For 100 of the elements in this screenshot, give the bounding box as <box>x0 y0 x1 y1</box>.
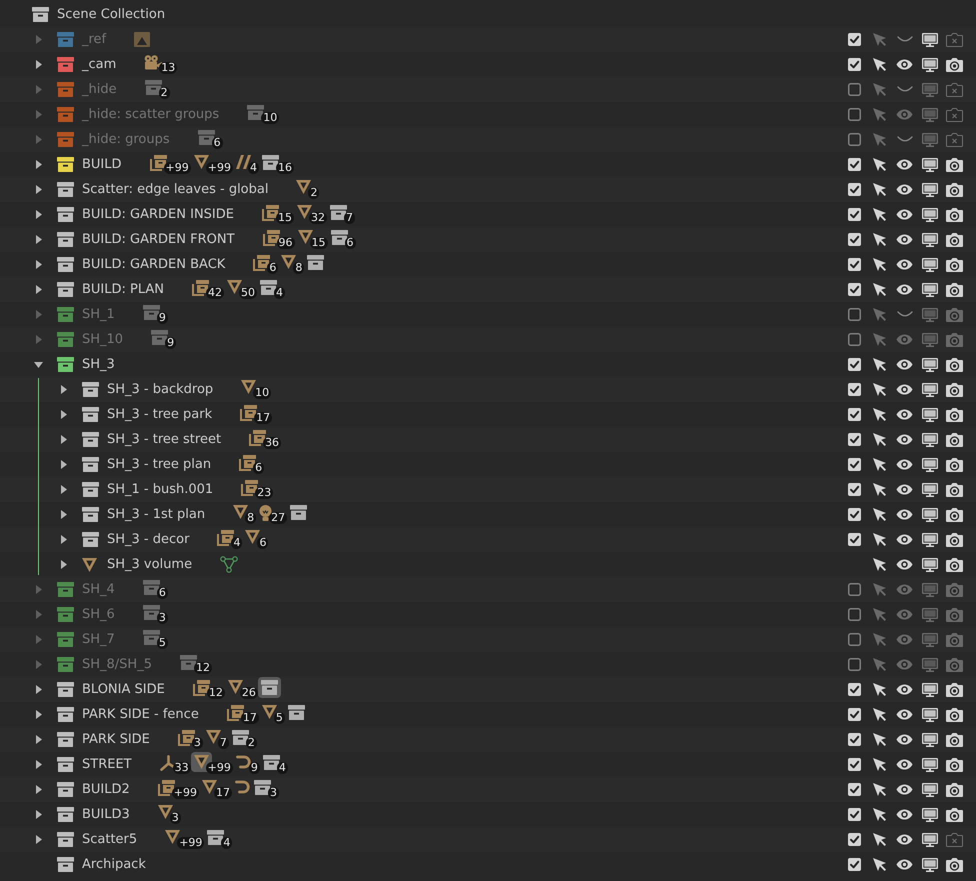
camera-icon[interactable] <box>946 808 963 822</box>
framed-box-icon[interactable] <box>192 680 210 696</box>
monitor-icon[interactable] <box>922 858 938 872</box>
storage-box-icon[interactable] <box>258 677 281 698</box>
select-arrow-icon[interactable] <box>873 208 886 221</box>
checkbox[interactable] <box>848 733 861 746</box>
select-arrow-icon[interactable] <box>873 408 886 421</box>
disclosure-triangle-icon[interactable] <box>34 362 43 368</box>
storage-box-icon[interactable] <box>330 205 347 220</box>
framed-box-icon[interactable] <box>241 480 258 496</box>
checkbox[interactable] <box>848 708 861 721</box>
select-arrow-icon[interactable] <box>873 358 886 371</box>
slash-marks-icon[interactable] <box>236 155 251 169</box>
framed-box-icon[interactable] <box>150 155 167 171</box>
monitor-icon[interactable] <box>922 232 938 246</box>
select-arrow-icon[interactable] <box>873 683 886 696</box>
monitor-icon[interactable] <box>922 532 938 546</box>
select-arrow-icon[interactable] <box>873 733 886 746</box>
triangle-icon[interactable] <box>227 280 242 294</box>
select-arrow-icon[interactable] <box>873 833 886 846</box>
monitor-icon[interactable] <box>922 32 938 46</box>
eye-icon[interactable] <box>896 359 913 370</box>
select-arrow-icon[interactable] <box>873 158 886 171</box>
monitor-icon[interactable] <box>922 358 938 372</box>
checkbox[interactable] <box>848 433 861 446</box>
storage-box-icon[interactable] <box>254 780 272 795</box>
eye-icon[interactable] <box>896 459 913 470</box>
framed-box-icon[interactable] <box>226 705 244 721</box>
eye-icon[interactable] <box>896 184 913 195</box>
checkbox[interactable] <box>848 658 861 671</box>
closed-eye-icon[interactable] <box>896 136 912 143</box>
crossed-camera-icon[interactable] <box>946 82 963 96</box>
camera-icon[interactable] <box>946 732 963 746</box>
select-arrow-icon[interactable] <box>873 533 886 546</box>
hook-curve-icon[interactable] <box>236 755 252 769</box>
framed-box-icon[interactable] <box>178 730 195 746</box>
vertex-triangle-icon[interactable] <box>220 556 238 573</box>
disclosure-triangle-icon[interactable] <box>61 510 67 519</box>
checkbox[interactable] <box>848 333 861 346</box>
storage-box-icon[interactable] <box>330 230 348 245</box>
camera-icon[interactable] <box>946 758 963 772</box>
select-arrow-icon[interactable] <box>873 283 886 296</box>
disclosure-triangle-icon[interactable] <box>36 285 42 294</box>
select-arrow-icon[interactable] <box>873 233 886 246</box>
eye-icon[interactable] <box>896 209 913 220</box>
select-arrow-icon[interactable] <box>873 433 886 446</box>
checkbox[interactable] <box>848 183 861 196</box>
triangle-icon[interactable] <box>228 680 243 694</box>
select-arrow-icon[interactable] <box>873 58 886 71</box>
triangle-icon[interactable] <box>262 705 277 719</box>
storage-box-icon[interactable] <box>232 730 249 745</box>
select-arrow-icon[interactable] <box>873 783 886 796</box>
crossed-camera-icon[interactable] <box>946 32 963 46</box>
select-arrow-icon[interactable] <box>873 808 886 821</box>
camera-icon[interactable] <box>946 858 963 872</box>
select-arrow-icon[interactable] <box>873 858 886 871</box>
eye-icon[interactable] <box>896 259 913 270</box>
triangle-icon[interactable] <box>241 380 256 394</box>
checkbox[interactable] <box>848 108 861 121</box>
monitor-icon[interactable] <box>922 458 938 472</box>
crossed-camera-icon[interactable] <box>946 132 963 146</box>
disclosure-triangle-icon[interactable] <box>36 735 42 744</box>
monitor-icon[interactable] <box>922 282 938 296</box>
triangle-icon[interactable] <box>296 205 312 219</box>
camera-icon[interactable] <box>946 482 963 496</box>
disclosure-triangle-icon[interactable] <box>36 760 42 769</box>
framed-box-icon[interactable] <box>240 405 258 421</box>
eye-icon[interactable] <box>896 409 913 420</box>
framed-box-icon[interactable] <box>262 230 280 246</box>
monitor-icon[interactable] <box>922 558 938 572</box>
eye-icon[interactable] <box>896 434 913 445</box>
storage-box-icon[interactable] <box>307 255 324 270</box>
checkbox[interactable] <box>848 758 861 771</box>
eye-icon[interactable] <box>896 759 913 770</box>
camera-icon[interactable] <box>946 682 963 696</box>
triangle-icon[interactable] <box>158 805 173 819</box>
camera-icon[interactable] <box>946 432 963 446</box>
camera-icon[interactable] <box>946 558 963 572</box>
eye-icon[interactable] <box>896 809 913 820</box>
camera-icon[interactable] <box>946 232 963 246</box>
eye-icon[interactable] <box>896 684 913 695</box>
disclosure-triangle-icon[interactable] <box>36 835 42 844</box>
disclosure-triangle-icon[interactable] <box>36 235 42 244</box>
framed-box-icon[interactable] <box>192 280 210 296</box>
eye-icon[interactable] <box>896 859 913 870</box>
disclosure-triangle-icon[interactable] <box>36 785 42 794</box>
triangle-icon[interactable] <box>233 505 248 519</box>
checkbox[interactable] <box>848 283 861 296</box>
disclosure-triangle-icon[interactable] <box>36 60 42 69</box>
checkbox[interactable] <box>848 83 861 96</box>
disclosure-triangle-icon[interactable] <box>36 710 42 719</box>
checkbox[interactable] <box>848 608 861 621</box>
monitor-icon[interactable] <box>922 682 938 696</box>
camera-icon[interactable] <box>946 182 963 196</box>
select-arrow-icon[interactable] <box>873 483 886 496</box>
axes-icon[interactable] <box>160 755 176 771</box>
framed-box-icon[interactable] <box>158 780 175 796</box>
storage-box-icon[interactable] <box>288 705 305 720</box>
monitor-icon[interactable] <box>922 408 938 422</box>
checkbox[interactable] <box>848 133 861 146</box>
